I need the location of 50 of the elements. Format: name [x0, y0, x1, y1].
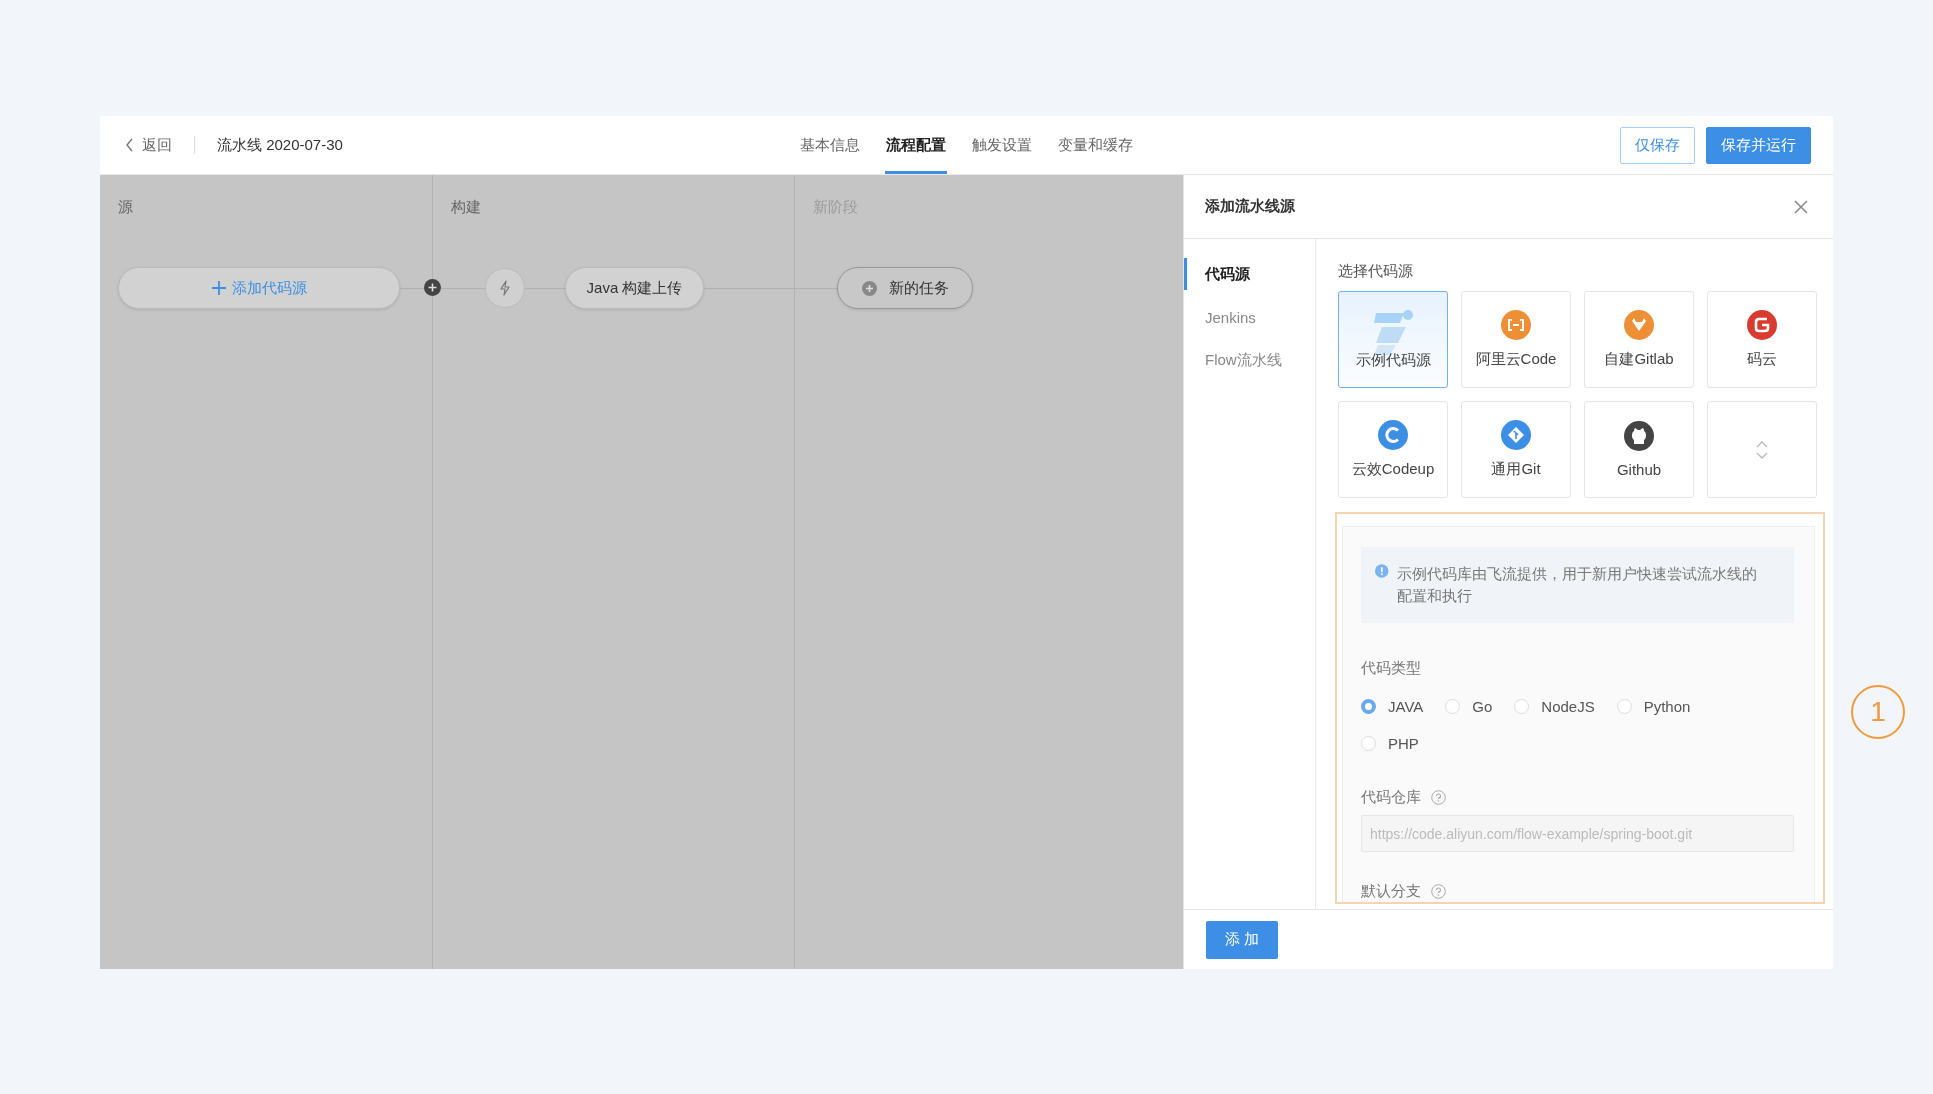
source-tile[interactable]: 码云: [1707, 291, 1817, 388]
field-label: 代码类型: [1361, 659, 1422, 678]
fox-logo-icon: [1624, 310, 1654, 340]
help-icon[interactable]: [1431, 884, 1446, 899]
source-tile[interactable]: [1707, 401, 1817, 498]
chevron-left-icon: [125, 138, 134, 152]
lightning-icon: [498, 280, 512, 296]
plus-icon: [211, 281, 226, 295]
option-label: NodeJS: [1541, 698, 1595, 715]
add-circle-icon[interactable]: [424, 279, 441, 296]
field-label: 代码仓库: [1361, 788, 1421, 807]
panel-title: 添加流水线源: [1205, 197, 1295, 216]
pipeline-title: 流水线 2020-07-30: [217, 135, 343, 155]
job-node[interactable]: Java 构建上传: [565, 267, 704, 309]
new-task-button[interactable]: 新的任务: [837, 267, 973, 309]
git-logo-icon: [1501, 420, 1531, 450]
stage-title: 构建: [450, 197, 482, 217]
option-label: JAVA: [1388, 698, 1424, 715]
nav-item[interactable]: Flow流水线: [1184, 344, 1315, 376]
codeup-logo-icon: [1378, 420, 1408, 450]
option-label: PHP: [1388, 735, 1419, 752]
plus-circle-icon: [861, 280, 877, 296]
gitee-logo-icon: [1747, 310, 1777, 340]
tab[interactable]: 基本信息: [799, 119, 861, 174]
close-icon[interactable]: [1794, 199, 1808, 214]
tab[interactable]: 变量和缓存: [1057, 119, 1134, 174]
radio-button[interactable]: [1361, 699, 1376, 714]
option-label: Go: [1472, 698, 1493, 715]
step-marker: 1: [1851, 685, 1905, 739]
field-label: 默认分支: [1361, 882, 1421, 901]
source-tile[interactable]: 通用Git: [1461, 401, 1571, 498]
source-tile[interactable]: 示例代码源: [1338, 291, 1448, 388]
trigger-node[interactable]: [485, 268, 525, 308]
info-text: 示例代码库由飞流提供，用于新用户快速尝试流水线的配置和执行: [1396, 565, 1758, 606]
github-logo-icon: [1624, 421, 1654, 451]
help-icon[interactable]: [1431, 790, 1446, 805]
source-tile[interactable]: Github: [1584, 401, 1694, 498]
aliyun-logo-icon: [1501, 310, 1531, 340]
back-link[interactable]: 返回: [125, 135, 172, 155]
source-tile[interactable]: 自建Gitlab: [1584, 291, 1694, 388]
info-icon: [1375, 563, 1389, 579]
stage-title: 源: [117, 197, 134, 217]
option-label: Python: [1643, 698, 1691, 715]
source-tile[interactable]: 阿里云Code: [1461, 291, 1571, 388]
section-label: 选择代码源: [1338, 262, 1414, 281]
tab[interactable]: 触发设置: [971, 119, 1033, 174]
expand-icon: [1755, 439, 1769, 460]
source-tile[interactable]: 云效Codeup: [1338, 401, 1448, 498]
nav-item[interactable]: 代码源: [1184, 258, 1315, 290]
nav-item[interactable]: Jenkins: [1184, 301, 1315, 333]
